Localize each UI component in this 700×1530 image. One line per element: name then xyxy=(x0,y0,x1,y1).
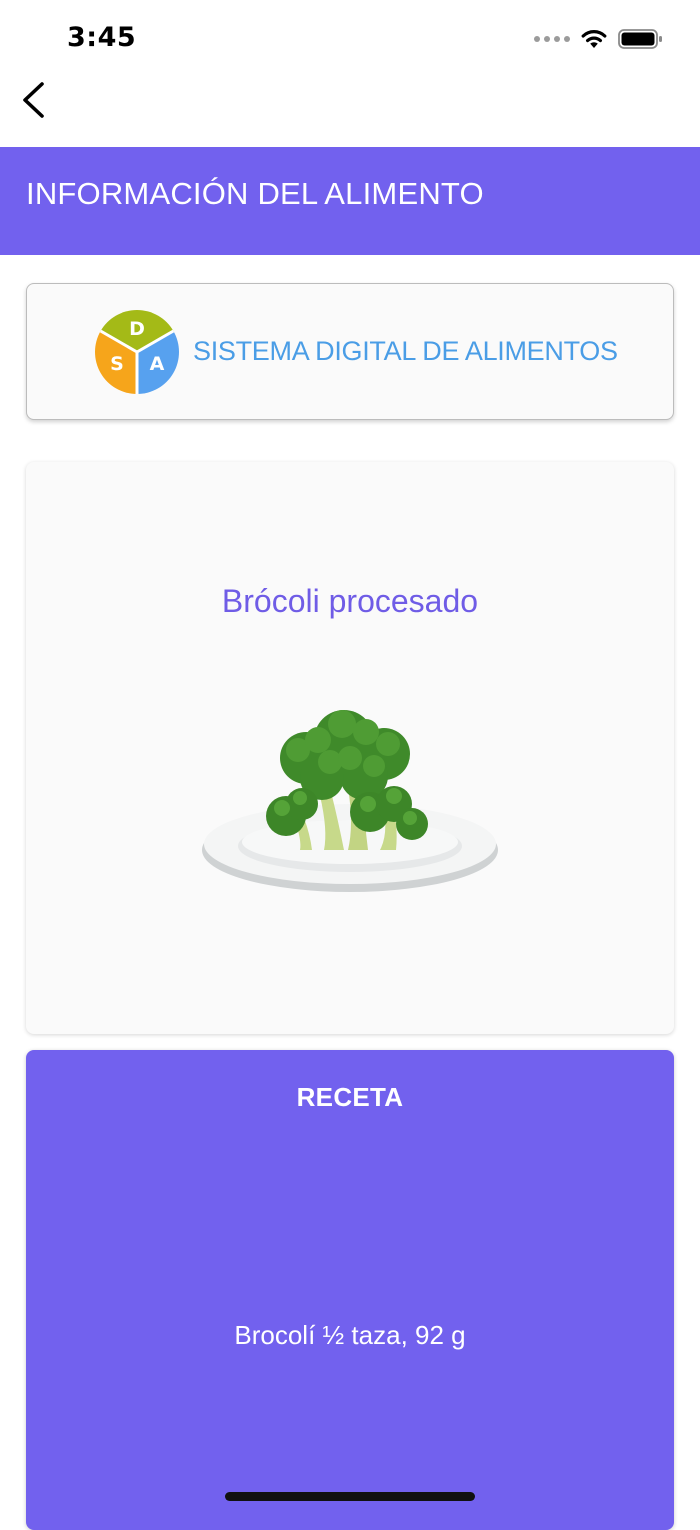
battery-icon xyxy=(618,29,662,49)
wifi-icon xyxy=(581,30,607,48)
logo-text: SISTEMA DIGITAL DE ALIMENTOS xyxy=(193,336,618,366)
status-icons xyxy=(534,26,664,52)
page-title: INFORMACIÓN DEL ALIMENTO xyxy=(26,176,484,211)
food-name: Brócoli procesado xyxy=(221,583,479,619)
status-time: 3:45 xyxy=(67,22,137,53)
back-button[interactable] xyxy=(14,78,58,122)
svg-text:A: A xyxy=(150,353,165,375)
recipe-text: Brocolí ½ taza, 92 g xyxy=(234,1320,466,1350)
navigation-bar xyxy=(0,78,700,148)
home-indicator[interactable] xyxy=(225,1492,475,1501)
recipe-title: RECETA xyxy=(296,1082,404,1112)
broccoli-image xyxy=(202,710,498,892)
chevron-left-icon xyxy=(23,82,44,118)
svg-text:S: S xyxy=(110,353,124,375)
sda-logo: D S A xyxy=(95,310,179,394)
signal-dots-icon xyxy=(534,36,570,42)
svg-text:D: D xyxy=(129,318,145,340)
logo-card: D S A SISTEMA DIGITAL DE ALIMENTOS xyxy=(26,283,674,420)
status-bar: 3:45 xyxy=(0,0,700,78)
recipe-card xyxy=(26,1050,674,1530)
